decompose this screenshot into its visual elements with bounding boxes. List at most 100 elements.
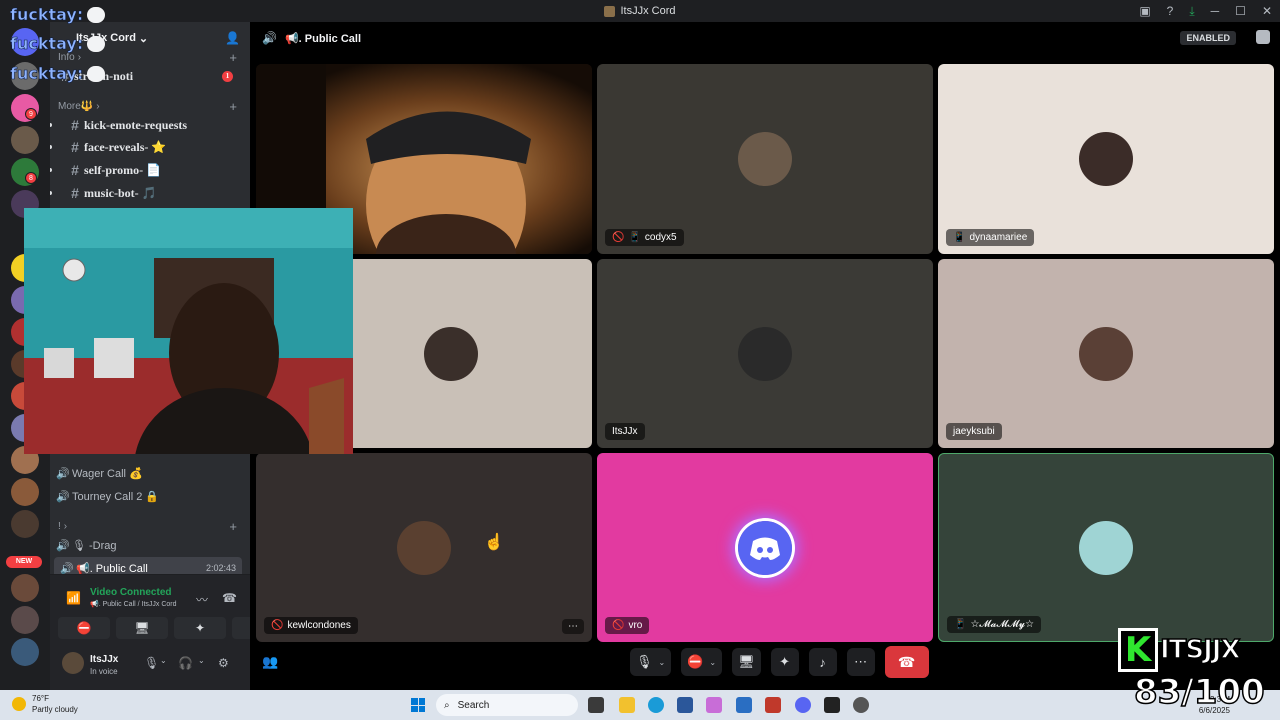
hangup-button[interactable]: ☎ <box>884 646 929 678</box>
participant-avatar <box>738 326 792 381</box>
app-icon[interactable] <box>706 697 722 713</box>
participant-tile[interactable]: 🚫 vro <box>597 453 933 642</box>
window-title-text: ItsJJx Cord <box>620 5 676 17</box>
channel-music-bot[interactable]: # music-bot- 🎵 <box>50 182 245 204</box>
chat-username: fucktay: <box>10 64 84 84</box>
participant-label: 🚫 kewlcondones <box>264 617 358 634</box>
noise-suppression-icon[interactable]: 〰 <box>196 591 208 608</box>
unread-badge: 1 <box>222 70 233 82</box>
close-icon[interactable]: ✕ <box>1262 4 1272 18</box>
channel-self-promo[interactable]: # self-promo- 📄 <box>50 159 245 181</box>
chevron-down-icon[interactable]: ⌄ <box>709 658 716 667</box>
call-area: 🔊 📢. Public Call ENABLED 🚫 📱 codyx5 📱 dy… <box>250 22 1280 690</box>
add-channel-icon[interactable]: + <box>229 50 237 65</box>
mic-icon[interactable]: 🎙 <box>144 656 159 670</box>
weather-widget[interactable]: 76°F Partly cloudy <box>12 693 78 715</box>
participant-tile[interactable]: 📱 dynaamariee <box>938 64 1274 254</box>
server-icon[interactable] <box>11 638 39 666</box>
participant-name: codyx5 <box>644 232 677 243</box>
participant-name: dynaamariee <box>969 232 1028 243</box>
participant-tile-speaking[interactable]: 📱 ☆𝓜𝓪𝓜𝓜𝔂☆ <box>938 453 1274 642</box>
category-info[interactable]: Info › + <box>58 50 243 65</box>
mic-button[interactable]: 🎙 ⌄ <box>630 648 672 676</box>
add-channel-icon[interactable]: + <box>229 99 237 114</box>
signal-icon[interactable]: 📶 <box>66 591 81 605</box>
channel-kick-emote-requests[interactable]: # kick-emote-requests <box>50 114 245 136</box>
enabled-badge[interactable]: ENABLED <box>1180 31 1236 45</box>
activities-button[interactable]: ✦ <box>770 648 799 676</box>
server-icon[interactable] <box>11 606 39 634</box>
server-icon[interactable] <box>11 510 39 538</box>
download-icon[interactable]: ⤓ <box>1189 4 1194 19</box>
edge-icon[interactable] <box>648 697 664 713</box>
store-icon[interactable] <box>736 697 752 713</box>
file-explorer-icon[interactable] <box>619 697 635 713</box>
app-icon[interactable] <box>677 697 693 713</box>
camera-off-button[interactable]: ⛔ <box>58 617 110 639</box>
participant-avatar <box>1079 132 1133 186</box>
mobile-icon: 📱 <box>954 619 967 630</box>
chevron-down-icon[interactable]: ⌄ <box>659 658 666 667</box>
screen-share-button[interactable]: 🖥 <box>116 617 168 639</box>
channel-face-reveals[interactable]: # face-reveals- ⭐ <box>50 136 245 158</box>
channel-name: Wager Call 💰 <box>72 467 143 480</box>
activities-button[interactable]: ✦ <box>174 617 226 639</box>
more-button[interactable]: ⋯ <box>846 648 875 676</box>
voice-channel-drag[interactable]: 🔊 🎙 -Drag <box>50 534 245 556</box>
camera-button[interactable]: ⛔ ⌄ <box>681 648 723 676</box>
soundboard-button[interactable]: ♪ <box>232 617 250 639</box>
chat-icon[interactable] <box>1256 30 1270 44</box>
task-view-icon[interactable] <box>588 697 604 713</box>
server-icon[interactable] <box>11 126 39 154</box>
taskbar-search[interactable]: ⌕ Search <box>436 694 578 716</box>
chevron-down-icon[interactable]: ⌄ <box>160 656 167 665</box>
participant-name: ItsJJx <box>612 426 638 437</box>
gear-icon[interactable]: ⚙ <box>218 656 229 670</box>
screen-share-button[interactable]: 🖥 <box>732 648 761 676</box>
voice-status[interactable]: Video Connected <box>90 587 172 598</box>
windows-start-icon[interactable] <box>411 698 425 712</box>
more-options-button[interactable]: ⋯ <box>562 619 584 634</box>
call-controls: 🎙 ⌄ ⛔ ⌄ 🖥 ✦ ♪ ⋯ ☎ <box>630 646 929 678</box>
invite-icon[interactable]: 👤 <box>225 31 240 45</box>
logo-letter: K <box>1118 628 1158 672</box>
voice-channel-wager-call[interactable]: 🔊 Wager Call 💰 <box>50 462 245 484</box>
headphones-icon[interactable]: 🎧 <box>178 656 193 670</box>
chevron-down-icon[interactable]: ⌄ <box>198 656 205 665</box>
search-placeholder: Search <box>457 699 490 711</box>
category-more[interactable]: More🔱 › + <box>58 99 243 114</box>
minimize-icon[interactable]: ─ <box>1211 4 1220 18</box>
hash-icon: # <box>71 162 79 178</box>
participant-label: 🚫 📱 codyx5 <box>605 229 684 246</box>
hash-icon: # <box>71 117 79 133</box>
participant-tile[interactable]: 🚫 kewlcondones ⋯ <box>256 453 592 642</box>
window-titlebar: ItsJJx Cord ▣ ? ⤓ ─ ☐ ✕ <box>0 0 1280 22</box>
participant-tile[interactable]: jaeyksubi <box>938 259 1274 448</box>
app-icon[interactable] <box>765 697 781 713</box>
maximize-icon[interactable]: ☐ <box>1235 4 1246 18</box>
discord-icon[interactable] <box>795 697 811 713</box>
server-icon[interactable] <box>11 574 39 602</box>
participant-tile[interactable]: ItsJJx <box>597 259 933 448</box>
voice-location[interactable]: 📢. Public Call / ItsJJx Cord <box>90 600 177 608</box>
app-icon[interactable] <box>853 697 869 713</box>
help-icon[interactable]: ? <box>1167 4 1174 18</box>
inbox-icon[interactable]: ▣ <box>1139 4 1150 18</box>
server-icon[interactable] <box>11 478 39 506</box>
category-bang[interactable]: ! › + <box>58 519 243 534</box>
voice-channel-tourney-call[interactable]: 🔊 Tourney Call 2 🔒 <box>50 485 245 507</box>
disconnect-icon[interactable]: ☎ <box>222 591 237 605</box>
soundboard-button[interactable]: ♪ <box>808 648 837 676</box>
call-header: 🔊 📢. Public Call ENABLED <box>250 22 1280 54</box>
participant-tile[interactable]: 🚫 📱 codyx5 <box>597 64 933 254</box>
invite-to-call-icon[interactable]: 👥 <box>262 654 278 670</box>
avatar[interactable] <box>62 652 84 674</box>
mobile-icon: 📱 <box>628 232 641 243</box>
username[interactable]: ItsJJx <box>90 654 118 665</box>
participant-avatar <box>738 132 792 186</box>
streamer-logo: K ITSJJX <box>1118 628 1278 672</box>
add-channel-icon[interactable]: + <box>229 519 237 534</box>
unread-dot <box>50 145 52 149</box>
call-channel-name: 📢. Public Call <box>284 32 361 45</box>
epic-games-icon[interactable] <box>824 697 840 713</box>
